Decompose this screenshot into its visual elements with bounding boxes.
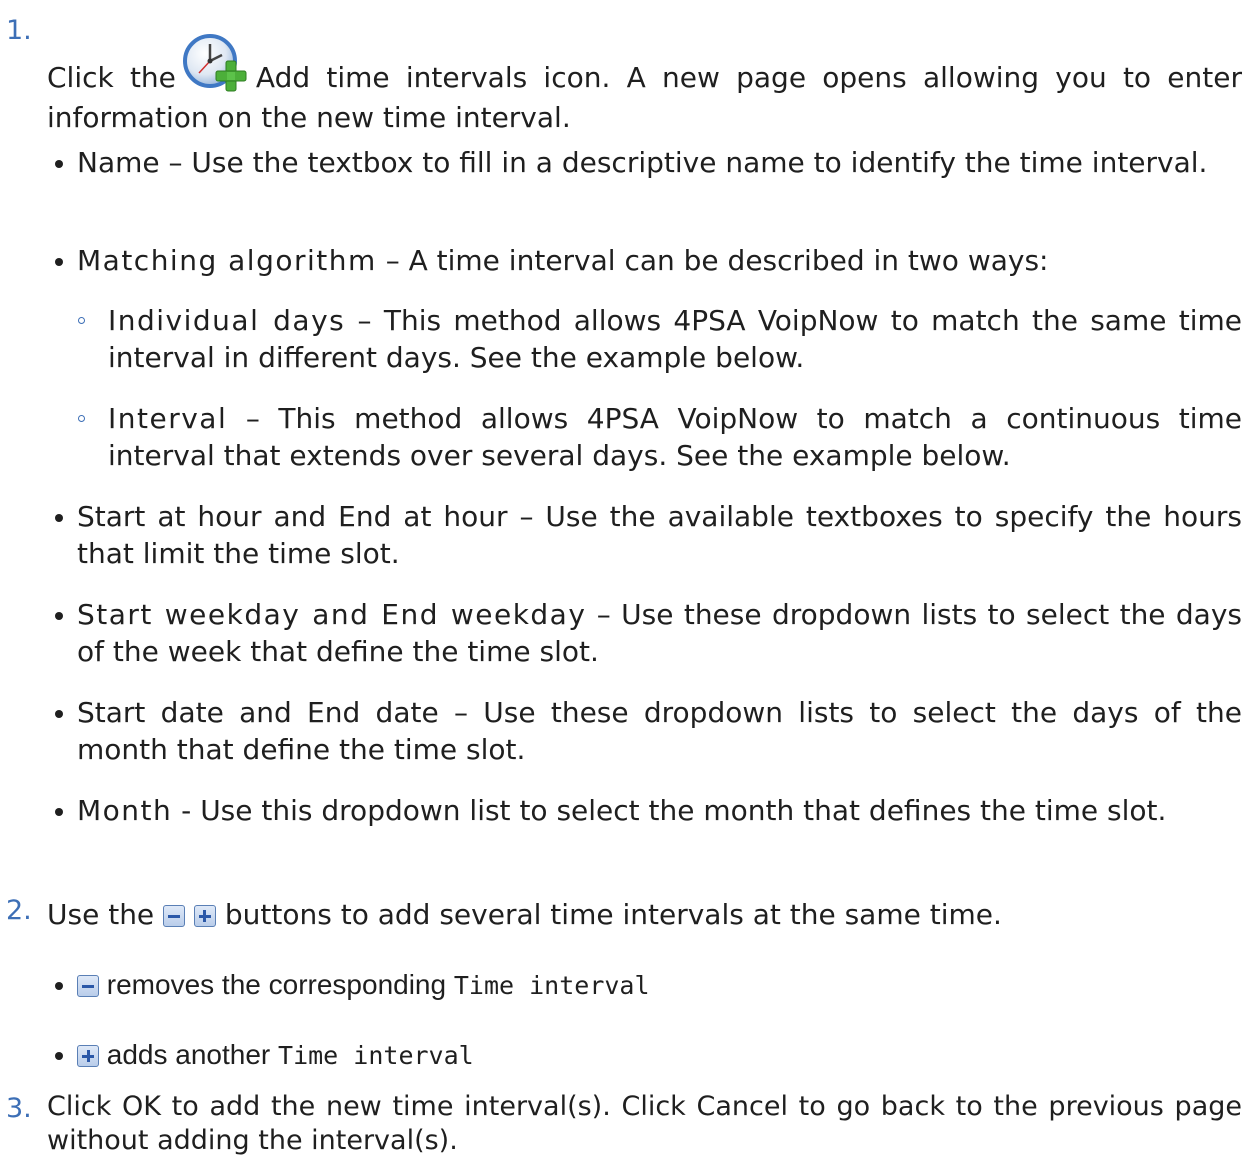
step-1-text-before: Click the (47, 61, 176, 94)
dash-separator: – (357, 304, 372, 337)
step-number: 1. (6, 15, 32, 46)
button-description: adds another (106, 1039, 271, 1070)
step-2-text-before: Use the (47, 898, 155, 931)
add-time-interval-icon (182, 33, 248, 99)
bullet-icon (55, 514, 63, 522)
algorithm-item-interval: Interval – This method allows 4PSA VoipN… (78, 400, 1243, 474)
algorithm-item-individual-days: Individual days – This method allows 4PS… (78, 302, 1242, 376)
dash-separator: – (453, 696, 468, 729)
dash-separator: – (596, 598, 611, 631)
step-1-text: Click the Add time intervals icon. A new… (47, 10, 1242, 136)
field-item-matching-algorithm: Matching algorithm – A time interval can… (55, 242, 1242, 279)
plus-button-icon (77, 1045, 99, 1067)
field-term: Start weekday and End weekday (77, 598, 587, 631)
field-item-weekday: Start weekday and End weekday – Use thes… (55, 596, 1242, 670)
step-2: 2. Use the buttons to add several time i… (6, 895, 1242, 933)
bullet-icon (55, 612, 63, 620)
bullet-icon (55, 710, 63, 718)
bullet-icon (55, 1052, 63, 1060)
step-number: 3. (6, 1093, 32, 1124)
step-3-text: Click OK to add the new time interval(s)… (47, 1091, 1242, 1156)
algorithm-term: Interval (108, 402, 228, 435)
field-description: Use the textbox to fill in a descriptive… (191, 146, 1208, 179)
field-description: Use this dropdown list to select the mon… (200, 794, 1167, 827)
bullet-icon (55, 982, 63, 990)
step-2-text-after: buttons to add several time intervals at… (224, 898, 1002, 931)
minus-button-icon (77, 975, 99, 997)
dash-separator: – (519, 500, 534, 533)
field-item-name: Name – Use the textbox to fill in a desc… (55, 144, 1242, 181)
bullet-icon (55, 258, 63, 266)
step-3: 3. Click OK to add the new time interval… (6, 1090, 1242, 1158)
code-term: Time interval (278, 1041, 474, 1070)
algorithm-term: Individual days (108, 304, 346, 337)
hyphen-separator: - (181, 794, 192, 827)
field-item-hours: Start at hour and End at hour – Use the … (55, 498, 1242, 572)
sub-bullet-icon (78, 415, 85, 422)
step-number: 2. (6, 895, 32, 926)
step-1: 1. Click the Add time intervals icon. A … (6, 10, 1242, 136)
code-term: Time interval (453, 971, 650, 1000)
algorithm-description: This method allows 4PSA VoipNow to match… (108, 402, 1243, 472)
button-item-plus: adds another Time interval (55, 1036, 1242, 1074)
dash-separator: – (385, 244, 400, 277)
dash-separator: – (245, 402, 260, 435)
plus-button-icon (193, 905, 216, 927)
dash-separator: – (168, 146, 183, 179)
step-2-text: Use the buttons to add several time inte… (47, 896, 1242, 933)
field-item-month: Month - Use this dropdown list to select… (55, 792, 1242, 829)
field-term: Start date and End date (77, 696, 439, 729)
field-term: Matching algorithm (77, 244, 377, 277)
bullet-icon (55, 160, 63, 168)
field-item-date: Start date and End date – Use these drop… (55, 694, 1242, 768)
document: 1. Click the Add time intervals icon. A … (0, 0, 1256, 1163)
field-term: Name (77, 146, 160, 179)
button-item-minus: removes the corresponding Time interval (55, 966, 1242, 1004)
minus-button-icon (163, 905, 186, 927)
field-description: A time interval can be described in two … (408, 244, 1049, 277)
field-term: Start at hour and End at hour (77, 500, 508, 533)
bullet-icon (55, 808, 63, 816)
button-description: removes the corresponding (106, 969, 447, 1000)
field-term: Month (77, 794, 173, 827)
sub-bullet-icon (78, 317, 85, 324)
